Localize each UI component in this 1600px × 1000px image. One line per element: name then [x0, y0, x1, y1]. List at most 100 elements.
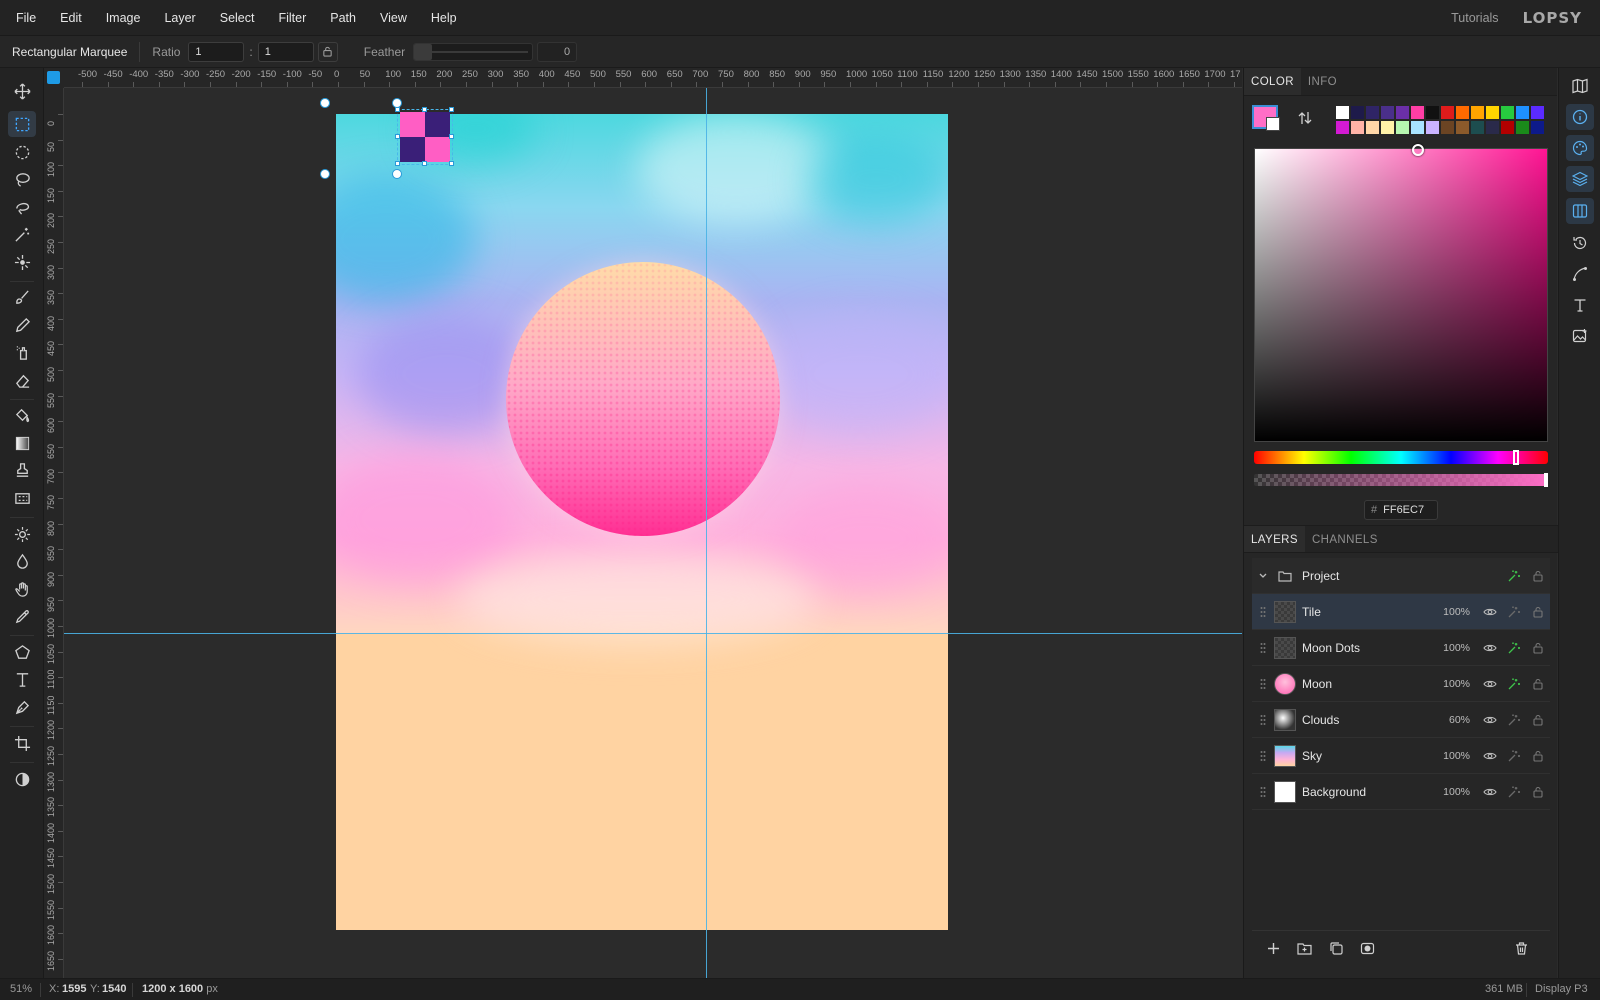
selection-handle[interactable]: [395, 161, 400, 166]
layer-opacity[interactable]: 100%: [1434, 786, 1470, 798]
layer-opacity[interactable]: 100%: [1434, 750, 1470, 762]
tab-channels[interactable]: CHANNELS: [1305, 526, 1385, 552]
chevron-down-icon[interactable]: [1252, 571, 1274, 581]
eyedropper-tool[interactable]: [8, 603, 36, 629]
menu-filter[interactable]: Filter: [266, 0, 318, 36]
fx-icon[interactable]: [1502, 677, 1526, 691]
palette-swatch[interactable]: [1440, 120, 1455, 135]
text-tool[interactable]: [8, 666, 36, 692]
rotate-handle[interactable]: [392, 98, 402, 108]
feather-slider[interactable]: [413, 42, 534, 61]
magnetic-lasso-tool[interactable]: [8, 194, 36, 220]
fx-icon[interactable]: [1502, 785, 1526, 799]
palette-swatch[interactable]: [1395, 120, 1410, 135]
tab-info[interactable]: INFO: [1301, 68, 1344, 95]
tutorials-link[interactable]: Tutorials: [1451, 11, 1498, 25]
selection-handle[interactable]: [422, 161, 427, 166]
layers-panel-button[interactable]: [1566, 166, 1594, 192]
document-canvas[interactable]: [336, 114, 948, 930]
ratio-lock-button[interactable]: [317, 41, 338, 62]
channels-panel-button[interactable]: [1566, 198, 1594, 224]
lock-icon[interactable]: [1526, 677, 1550, 691]
rotate-handle[interactable]: [392, 169, 402, 179]
palette-swatch[interactable]: [1455, 120, 1470, 135]
hue-slider-knob[interactable]: [1513, 450, 1520, 465]
selection-handle[interactable]: [422, 107, 427, 112]
fx-icon[interactable]: [1502, 569, 1526, 583]
quick-select-tool[interactable]: [8, 249, 36, 275]
drag-handle-icon[interactable]: [1252, 750, 1274, 762]
paths-panel-button[interactable]: [1566, 261, 1594, 287]
pen-tool[interactable]: [8, 694, 36, 720]
eraser-tool[interactable]: [8, 367, 36, 393]
fx-icon[interactable]: [1502, 749, 1526, 763]
drag-handle-icon[interactable]: [1252, 642, 1274, 654]
dodge-tool[interactable]: [8, 521, 36, 547]
lock-icon[interactable]: [1526, 641, 1550, 655]
layer-opacity[interactable]: 100%: [1434, 606, 1470, 618]
eye-icon[interactable]: [1478, 605, 1502, 619]
palette-swatch[interactable]: [1410, 105, 1425, 120]
horizontal-ruler[interactable]: -500 -450 -400 -350 -300 -250 -200 -150 -100 -50 0…: [64, 68, 1242, 88]
menu-help[interactable]: Help: [419, 0, 469, 36]
swap-colors-button[interactable]: [1298, 110, 1312, 129]
pattern-tool[interactable]: [8, 485, 36, 511]
palette-swatch[interactable]: [1515, 120, 1530, 135]
eye-icon[interactable]: [1478, 785, 1502, 799]
lock-icon[interactable]: [1526, 605, 1550, 619]
tab-color[interactable]: COLOR: [1244, 68, 1301, 95]
menu-path[interactable]: Path: [318, 0, 368, 36]
eye-icon[interactable]: [1478, 641, 1502, 655]
zoom-level[interactable]: 51%: [10, 983, 32, 995]
rotate-handle[interactable]: [320, 98, 330, 108]
new-group-button[interactable]: [1297, 941, 1315, 959]
hue-slider[interactable]: [1254, 450, 1548, 465]
gradient-tool[interactable]: [8, 430, 36, 456]
palette-swatch[interactable]: [1410, 120, 1425, 135]
hex-color-input[interactable]: # FF6EC7: [1364, 500, 1438, 520]
magic-wand-tool[interactable]: [8, 221, 36, 247]
saturation-value-picker[interactable]: [1254, 144, 1548, 442]
fx-icon[interactable]: [1502, 605, 1526, 619]
fx-icon[interactable]: [1502, 713, 1526, 727]
selection-handle[interactable]: [449, 134, 454, 139]
palette-swatch[interactable]: [1470, 120, 1485, 135]
eye-icon[interactable]: [1478, 677, 1502, 691]
feather-value[interactable]: 0: [537, 41, 578, 62]
rotate-handle[interactable]: [320, 169, 330, 179]
character-panel-button[interactable]: [1566, 292, 1594, 318]
selection-bounding-box[interactable]: [397, 109, 453, 165]
lock-icon[interactable]: [1526, 569, 1550, 583]
move-tool[interactable]: [8, 78, 36, 104]
brush-tool[interactable]: [8, 284, 36, 310]
layer-row[interactable]: Clouds 60%: [1252, 702, 1550, 738]
selection-handle[interactable]: [449, 107, 454, 112]
eye-icon[interactable]: [1478, 749, 1502, 763]
lasso-tool[interactable]: [8, 166, 36, 192]
lock-icon[interactable]: [1526, 749, 1550, 763]
vertical-ruler[interactable]: 0 50 100 150 200 250 300 350 400 450 500 550 600 650 7…: [44, 88, 64, 978]
info-panel-button[interactable]: [1566, 104, 1594, 130]
history-panel-button[interactable]: [1566, 230, 1594, 256]
selection-handle[interactable]: [449, 161, 454, 166]
blur-tool[interactable]: [8, 548, 36, 574]
palette-swatch[interactable]: [1335, 120, 1350, 135]
pencil-tool[interactable]: [8, 312, 36, 338]
menu-select[interactable]: Select: [208, 0, 267, 36]
background-color-swatch[interactable]: [1266, 117, 1280, 131]
palette-swatch[interactable]: [1530, 105, 1545, 120]
hand-tool[interactable]: [8, 576, 36, 602]
spray-tool[interactable]: [8, 339, 36, 365]
layer-group-project[interactable]: Project: [1252, 558, 1550, 594]
palette-swatch[interactable]: [1425, 105, 1440, 120]
palette-swatch[interactable]: [1350, 105, 1365, 120]
drag-handle-icon[interactable]: [1252, 606, 1274, 618]
menu-layer[interactable]: Layer: [152, 0, 207, 36]
palette-swatch[interactable]: [1350, 120, 1365, 135]
drag-handle-icon[interactable]: [1252, 678, 1274, 690]
ruler-corner[interactable]: [44, 68, 64, 88]
lock-icon[interactable]: [1526, 785, 1550, 799]
crop-tool[interactable]: [8, 730, 36, 756]
palette-swatch[interactable]: [1470, 105, 1485, 120]
vertical-guide[interactable]: [706, 88, 707, 978]
